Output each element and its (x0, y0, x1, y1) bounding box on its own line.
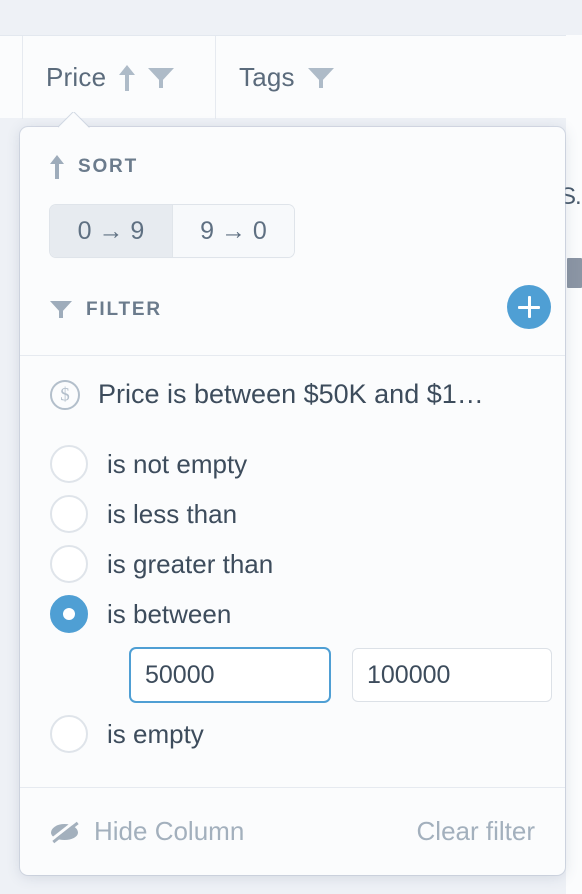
hide-column-button[interactable]: Hide Column (50, 816, 244, 847)
vertical-scrollbar-track[interactable] (566, 35, 582, 894)
section-divider (20, 355, 565, 356)
filter-min-value-input[interactable] (130, 648, 330, 702)
filter-condition-is-between[interactable]: is between (50, 589, 535, 639)
plus-icon (527, 296, 531, 318)
filter-section-label: FILTER (86, 299, 162, 320)
filter-condition-label: is less than (107, 498, 238, 529)
filter-condition-label: is empty (107, 718, 204, 749)
add-filter-button[interactable] (507, 285, 551, 329)
filter-condition-is-not-empty[interactable]: is not empty (50, 439, 535, 489)
column-header-label: Tags (239, 62, 295, 92)
arrow-up-icon (50, 155, 64, 179)
filter-condition-label: is between (107, 598, 232, 629)
radio-button-selected[interactable] (50, 595, 88, 633)
funnel-icon[interactable] (307, 66, 334, 90)
eye-slash-icon (50, 821, 80, 843)
radio-button[interactable] (50, 715, 88, 753)
clear-filter-button[interactable]: Clear filter (417, 816, 535, 847)
sort-section-label: SORT (78, 156, 138, 177)
arrow-up-icon[interactable] (119, 64, 136, 91)
filter-condition-is-empty[interactable]: is empty (50, 709, 204, 759)
filter-range-inputs (130, 648, 552, 702)
table-header-row: Price Tags (0, 35, 582, 119)
column-header-tags[interactable]: Tags (215, 36, 334, 119)
filter-section-header: FILTER (50, 285, 551, 329)
radio-button[interactable] (50, 445, 88, 483)
sort-descending-button[interactable]: 9 → 0 (172, 205, 294, 257)
active-filter-summary[interactable]: Price is between $50K and $1… (50, 379, 535, 410)
funnel-icon (50, 300, 72, 321)
radio-button[interactable] (50, 495, 88, 533)
popover-footer: Hide Column Clear filter (20, 788, 565, 875)
filter-condition-is-greater-than[interactable]: is greater than (50, 539, 535, 589)
funnel-icon[interactable] (148, 66, 175, 90)
dollar-circle-icon (50, 379, 80, 410)
popover-caret (58, 112, 90, 128)
radio-button[interactable] (50, 545, 88, 583)
column-filter-popover: SORT 0 → 9 9 → 0 FILTER Price is between… (20, 127, 565, 875)
active-filter-summary-text: Price is between $50K and $1… (98, 379, 484, 409)
filter-condition-label: is not empty (107, 448, 248, 479)
hide-column-label: Hide Column (94, 816, 245, 846)
sort-section-header: SORT (50, 155, 138, 179)
filter-condition-is-less-than[interactable]: is less than (50, 489, 535, 539)
filter-max-value-input[interactable] (352, 648, 552, 702)
column-header-label: Price (46, 62, 107, 92)
filter-section-label-group: FILTER (50, 299, 162, 321)
filter-condition-label: is greater than (107, 548, 274, 579)
filter-condition-list: is not empty is less than is greater tha… (50, 439, 535, 639)
vertical-scrollbar-thumb[interactable] (567, 258, 582, 288)
sort-direction-toggle[interactable]: 0 → 9 9 → 0 (50, 205, 294, 257)
sort-ascending-button[interactable]: 0 → 9 (50, 205, 172, 257)
page-top-strip (0, 0, 582, 35)
column-header-price[interactable]: Price (22, 36, 175, 119)
